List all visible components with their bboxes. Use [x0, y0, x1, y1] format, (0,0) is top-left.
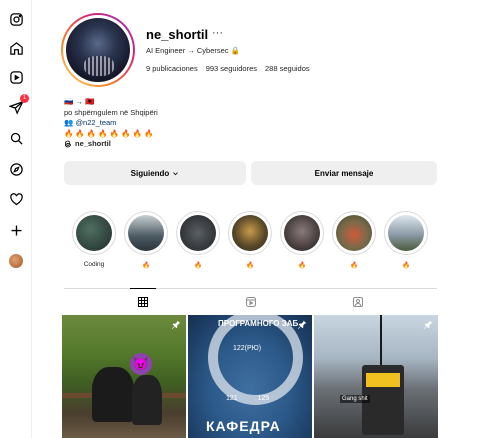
followers-count[interactable]: 993 seguidores	[206, 64, 257, 73]
highlight-cover	[284, 215, 320, 251]
home-icon[interactable]	[8, 40, 24, 56]
highlight-cover	[180, 215, 216, 251]
reels-icon[interactable]	[8, 69, 24, 85]
grid-icon	[138, 297, 148, 307]
post-2-emblem-numbers: 121 125	[226, 395, 270, 402]
notification-badge: 1	[20, 94, 29, 103]
reels-tab-icon	[246, 297, 256, 307]
profile-username: ne_shortil	[146, 27, 209, 42]
highlight-item[interactable]: 🔥	[124, 211, 168, 270]
pinned-icon	[297, 319, 307, 329]
send-message-label: Enviar mensaje	[314, 168, 374, 178]
highlight-label: 🔥	[401, 262, 411, 269]
mention-prefix: 👥	[64, 118, 74, 127]
active-tab-indicator	[130, 288, 156, 289]
reels-tab[interactable]	[244, 295, 258, 309]
direct-messages-icon[interactable]: 1	[8, 94, 29, 115]
highlight-label: 🔥	[349, 262, 359, 269]
threads-icon	[64, 140, 71, 148]
tagged-tab[interactable]	[351, 295, 365, 309]
following-button-label: Siguiendo	[130, 168, 170, 178]
profile-avatar-ring[interactable]	[61, 13, 135, 87]
post-3[interactable]: Gang shit	[314, 315, 438, 438]
explore-icon[interactable]	[8, 161, 24, 177]
chevron-down-icon	[173, 171, 179, 175]
highlight-label: 🔥	[245, 262, 255, 269]
posts-count: 9 publicaciones	[146, 64, 198, 73]
profile-title: AI Engineer → Cybersec 🔒	[146, 46, 240, 55]
posts-grid: 😈 ПРОГРАМНОГО ЗАБ 122(РЮ) 121 125 КАФЕДР…	[62, 315, 438, 438]
profile-bio: 🇷🇺 → 🇦🇱 po shpërngulem në Shqipëri 👥 @n2…	[64, 97, 158, 150]
search-icon[interactable]	[8, 130, 24, 146]
profile-picture	[66, 18, 130, 82]
highlight-label: 🔥	[193, 262, 203, 269]
highlight-label: Coding	[83, 261, 105, 268]
devil-emoji-sticker: 😈	[130, 353, 152, 375]
highlight-item[interactable]: 🔥	[332, 211, 376, 270]
highlight-cover	[336, 215, 372, 251]
story-highlights: Coding 🔥 🔥 🔥 🔥 🔥 🔥	[72, 211, 428, 270]
pinned-icon	[423, 319, 433, 329]
following-button[interactable]: Siguiendo	[64, 161, 246, 185]
bio-mention-line: 👥 @n22_team	[64, 118, 158, 129]
threads-username: ne_shortil	[75, 139, 111, 148]
bio-flags-line: 🇷🇺 → 🇦🇱	[64, 97, 95, 106]
highlight-cover	[388, 215, 424, 251]
post-2[interactable]: ПРОГРАМНОГО ЗАБ 122(РЮ) 121 125 КАФЕДРА	[188, 315, 312, 438]
avatar	[9, 254, 23, 268]
profile-stats: 9 publicaciones 993 seguidores 288 segui…	[146, 64, 310, 73]
post-2-caption: КАФЕДРА	[206, 418, 281, 434]
highlight-item[interactable]: 🔥	[228, 211, 272, 270]
profile-avatar[interactable]	[8, 253, 24, 269]
following-count[interactable]: 288 seguidos	[265, 64, 310, 73]
post-2-emblem-text: ПРОГРАМНОГО ЗАБ	[218, 319, 299, 328]
posts-grid-tab[interactable]	[136, 295, 150, 309]
bio-text-line: po shpërngulem në Shqipëri	[64, 107, 158, 117]
pinned-icon	[171, 319, 181, 329]
post-3-label: Gang shit	[340, 395, 370, 403]
highlight-item[interactable]: 🔥	[384, 211, 428, 270]
create-plus-icon[interactable]	[8, 222, 24, 238]
mention-link[interactable]: @n22_team	[75, 118, 116, 127]
instagram-logo-icon[interactable]	[8, 11, 24, 27]
highlight-label: 🔥	[297, 262, 307, 269]
post-2-emblem-number: 122(РЮ)	[233, 345, 262, 352]
highlight-item[interactable]: Coding	[72, 211, 116, 270]
highlight-label: 🔥	[141, 262, 151, 269]
highlight-item[interactable]: 🔥	[280, 211, 324, 270]
notifications-heart-icon[interactable]	[8, 191, 24, 207]
highlight-cover	[76, 215, 112, 251]
tagged-person-icon	[353, 297, 363, 307]
highlight-cover	[232, 215, 268, 251]
send-message-button[interactable]: Enviar mensaje	[251, 161, 437, 185]
bio-emoji-line: 🔥 🔥 🔥 🔥 🔥 🔥 🔥 🔥	[64, 128, 154, 138]
more-options-icon[interactable]: ···	[212, 27, 223, 39]
tabs-divider	[64, 288, 437, 289]
sidebar-nav: 1	[0, 0, 32, 438]
threads-link[interactable]: ne_shortil	[64, 139, 158, 150]
highlight-item[interactable]: 🔥	[176, 211, 220, 270]
highlight-cover	[128, 215, 164, 251]
post-1[interactable]: 😈	[62, 315, 186, 438]
